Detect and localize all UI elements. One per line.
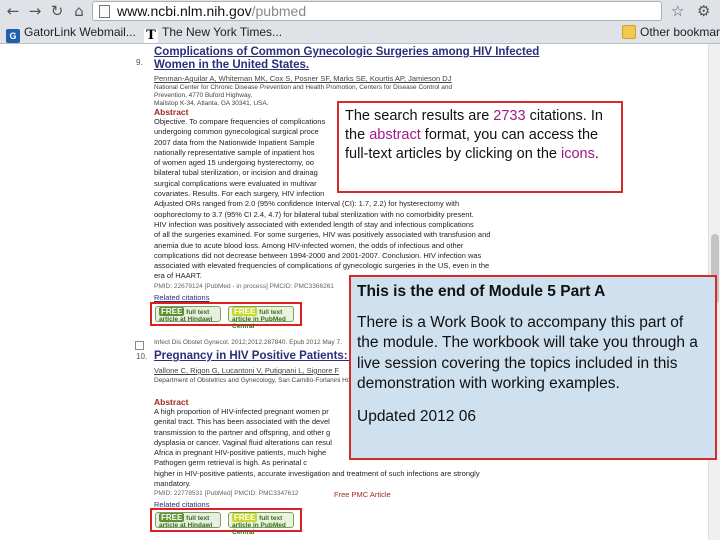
result-number: 10. bbox=[136, 352, 148, 361]
result-title[interactable]: Complications of Common Gynecologic Surg… bbox=[154, 46, 539, 72]
abstract-line: mandatory. bbox=[154, 479, 191, 489]
result-epub: Infect Dis Obstet Gynecol. 2012;2012:287… bbox=[154, 339, 342, 346]
abstract-line: complications did not decrease between 1… bbox=[154, 250, 482, 260]
result-authors[interactable]: Vallone C, Rigon G, Lucantoni V, Putigna… bbox=[154, 366, 339, 375]
search-results-callout: The search results are 2733 citations. I… bbox=[337, 101, 623, 193]
pmc-fulltext-icon[interactable]: FREE full text article in PubMed Central bbox=[228, 306, 294, 330]
result-checkbox[interactable] bbox=[135, 341, 144, 350]
page-icon bbox=[99, 5, 110, 18]
pmid: PMID: 22778531 [PubMed] PMCID: PMC334761… bbox=[154, 490, 299, 497]
hindawi-fulltext-icon[interactable]: FREE full text article at Hindawi bbox=[155, 512, 221, 529]
pmc-fulltext-icon[interactable]: FREE full text article in PubMed Central bbox=[228, 512, 294, 536]
home-icon[interactable]: ⌂ bbox=[70, 2, 88, 20]
star-icon[interactable]: ☆ bbox=[671, 2, 684, 20]
module-end-callout: This is the end of Module 5 Part A There… bbox=[349, 275, 717, 460]
browser-chrome: ← → ↻ ⌂ www.ncbi.nlm.nih.gov/pubmed ☆ ⚙ … bbox=[0, 0, 720, 44]
hindawi-fulltext-icon[interactable]: FREE full text article at Hindawi bbox=[155, 306, 221, 323]
abstract-line: associated with elevated frequencies of … bbox=[154, 261, 490, 271]
results-count: 2733 bbox=[493, 108, 526, 124]
abstract-line: higher in HIV-positive patients, accurat… bbox=[154, 468, 480, 478]
related-citations-link[interactable]: Related citations bbox=[154, 293, 209, 302]
abstract-heading: Abstract bbox=[154, 107, 189, 117]
reload-icon[interactable]: ↻ bbox=[48, 2, 66, 20]
url-host: www.ncbi.nlm.nih.gov bbox=[117, 3, 252, 19]
updated-date: Updated 2012 06 bbox=[357, 407, 476, 425]
abstract-line: anemia due to acute blood loss. Among HI… bbox=[154, 240, 464, 250]
fulltext-icons-highlight: FREE full text article at Hindawi FREE f… bbox=[150, 302, 302, 330]
abstract-word: abstract bbox=[369, 127, 421, 143]
folder-icon bbox=[622, 25, 636, 39]
abstract-line: Adjusted ORs ranged from 2.0 (95% confid… bbox=[154, 199, 460, 209]
result-title[interactable]: Pregnancy in HIV Positive Patients: Effe bbox=[154, 350, 373, 363]
address-bar[interactable]: www.ncbi.nlm.nih.gov/pubmed bbox=[92, 1, 662, 21]
abstract-line: Pathogen germ retrieval is high. As peri… bbox=[154, 458, 307, 468]
icons-word: icons bbox=[560, 146, 595, 162]
workbook-note: There is a Work Book to accompany this p… bbox=[357, 313, 698, 393]
abstract-line: HIV infection was positively associated … bbox=[154, 219, 474, 229]
abstract-line: of all the surgeries examined. For some … bbox=[154, 230, 491, 240]
fulltext-icons-highlight: FREE full text article at Hindawi FREE f… bbox=[150, 508, 302, 536]
free-pmc-article-label: Free PMC Article bbox=[334, 490, 391, 499]
bookmark-gatorlink[interactable]: G GatorLink Webmail... bbox=[6, 22, 136, 43]
bookmarks-bar: G GatorLink Webmail... T The New York Time… bbox=[0, 22, 720, 43]
result-number: 9. bbox=[136, 58, 143, 67]
bookmark-other[interactable]: Other bookmarks bbox=[622, 22, 720, 43]
url-path: /pubmed bbox=[251, 3, 307, 19]
abstract-line: oophorectomy to 3.7 (95% CI 2.4, 4.7) fo… bbox=[154, 209, 474, 219]
bookmark-nytimes[interactable]: T The New York Times... bbox=[144, 22, 282, 43]
gatorlink-icon: G bbox=[6, 29, 20, 43]
pmid: PMID: 22679124 [PubMed - in process] PMC… bbox=[154, 283, 334, 290]
result-authors[interactable]: Penman-Aguilar A, Whiteman MK, Cox S, Po… bbox=[154, 74, 451, 83]
module-end-title: This is the end of Module 5 Part A bbox=[357, 283, 606, 300]
nyt-icon: T bbox=[144, 29, 158, 43]
forward-icon[interactable]: → bbox=[26, 2, 44, 20]
wrench-icon[interactable]: ⚙ bbox=[697, 2, 710, 20]
back-icon[interactable]: ← bbox=[4, 2, 22, 20]
abstract-heading: Abstract bbox=[154, 397, 189, 407]
